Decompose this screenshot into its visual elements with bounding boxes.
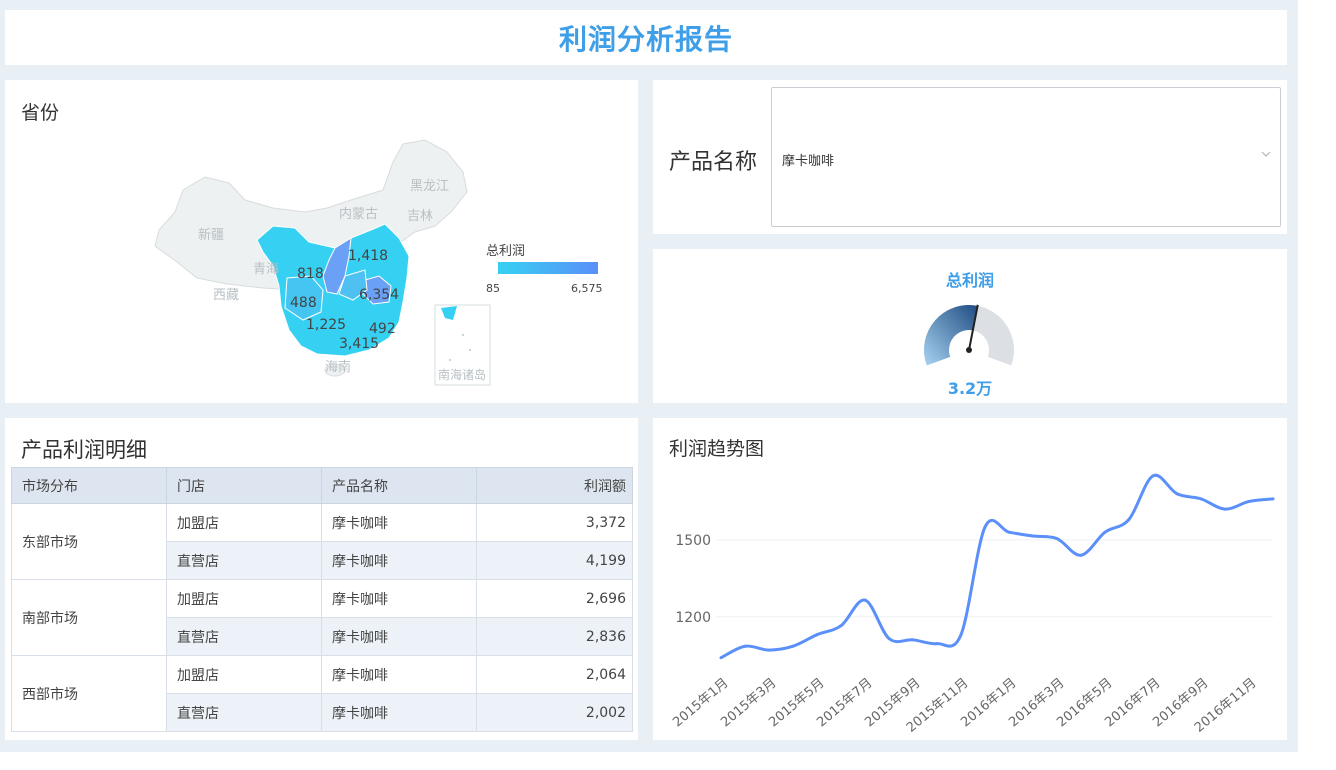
- data-point[interactable]: [1199, 497, 1203, 501]
- store-cell: 直营店: [166, 693, 322, 732]
- profit-series-line[interactable]: [720, 473, 1274, 660]
- data-point[interactable]: [719, 656, 723, 660]
- profit-trend-panel: 利润趋势图 1200 1500 2015年1月 2015年3月 2015年5月 2015年…: [653, 418, 1287, 740]
- store-cell: 加盟店: [166, 655, 322, 694]
- map-label-nanhai: 南海诸岛: [438, 367, 486, 382]
- data-point[interactable]: [815, 633, 819, 637]
- product-filter-panel: 产品名称 摩卡咖啡: [653, 80, 1287, 234]
- data-point[interactable]: [959, 633, 963, 637]
- select-value: 摩卡咖啡: [782, 154, 835, 169]
- product-cell: 摩卡咖啡: [321, 503, 477, 542]
- data-point[interactable]: [935, 642, 939, 646]
- province-map-panel: 省份 黑龙江 吉林 内蒙古 新疆 青海 西藏 海南 1,418 818 6,35…: [5, 80, 638, 403]
- profit-trend-chart[interactable]: 120015002015年1月2015年3月2015年5月2015年7月2015…: [653, 418, 1287, 740]
- inset-island: [448, 358, 452, 362]
- product-cell: 摩卡咖啡: [321, 655, 477, 694]
- map-label-xinjiang: 新疆: [198, 227, 224, 243]
- map-value-label: 1,418: [348, 248, 388, 264]
- profit-cell: 2,064: [476, 655, 633, 694]
- data-point[interactable]: [1007, 530, 1011, 534]
- map-value-label: 818: [297, 266, 324, 282]
- chevron-down-icon[interactable]: [1260, 148, 1272, 160]
- map-label-hainan: 海南: [325, 359, 351, 375]
- market-cell: 西部市场: [11, 655, 167, 732]
- filter-label: 产品名称: [669, 150, 758, 175]
- data-point[interactable]: [1127, 517, 1131, 521]
- map-label-xizang: 西藏: [213, 288, 239, 303]
- data-point[interactable]: [1103, 530, 1107, 534]
- column-header[interactable]: 产品名称: [321, 467, 477, 504]
- gauge-needle-pivot: [966, 347, 972, 353]
- profit-cell: 4,199: [476, 541, 633, 580]
- gauge-value: 3.2万: [947, 379, 993, 398]
- legend-gradient-bar[interactable]: [498, 262, 598, 274]
- map-value-label: 1,225: [306, 317, 346, 333]
- market-cell: 南部市场: [11, 579, 167, 656]
- legend-min: 85: [486, 282, 500, 295]
- y-tick-label: 1200: [675, 610, 711, 626]
- data-point[interactable]: [1223, 507, 1227, 511]
- map-value-label: 492: [369, 321, 396, 337]
- data-point[interactable]: [1175, 492, 1179, 496]
- data-point[interactable]: [1271, 497, 1275, 501]
- market-cell: 东部市场: [11, 503, 167, 580]
- data-point[interactable]: [1055, 537, 1059, 541]
- y-tick-label: 1500: [675, 533, 711, 549]
- store-cell: 加盟店: [166, 503, 322, 542]
- table-row: 南部市场 加盟店 摩卡咖啡 2,696: [11, 579, 633, 656]
- profit-detail-table: 市场分布 门店 产品名称 利润额 东部市场 加盟店 摩卡咖啡 3,372 直营店…: [11, 467, 633, 732]
- product-cell: 摩卡咖啡: [321, 579, 477, 618]
- profit-cell: 2,836: [476, 617, 633, 656]
- profit-detail-table-panel: 产品利润明细 市场分布 门店 产品名称 利润额 东部市场 加盟店 摩卡咖啡 3,…: [5, 418, 638, 740]
- data-point[interactable]: [1247, 499, 1251, 503]
- map-label-neimenggu: 内蒙古: [339, 206, 378, 222]
- data-point[interactable]: [863, 598, 867, 602]
- report-header: 利润分析报告: [5, 10, 1287, 65]
- map-value-label: 488: [290, 295, 317, 311]
- total-profit-gauge-panel: 总利润 3.2万: [653, 249, 1287, 403]
- column-header[interactable]: 门店: [166, 467, 322, 504]
- data-point[interactable]: [1031, 534, 1035, 538]
- column-header[interactable]: 市场分布: [11, 467, 167, 504]
- profit-cell: 2,002: [476, 693, 633, 732]
- map-value-label: 6,354: [359, 287, 399, 303]
- data-point[interactable]: [911, 638, 915, 642]
- legend-max: 6,575: [571, 282, 603, 295]
- data-point[interactable]: [791, 644, 795, 648]
- table-title: 产品利润明细: [21, 438, 147, 462]
- product-cell: 摩卡咖啡: [321, 541, 477, 580]
- store-cell: 直营店: [166, 617, 322, 656]
- china-map[interactable]: 黑龙江 吉林 内蒙古 新疆 青海 西藏 海南 1,418 818 6,354 4…: [5, 80, 638, 403]
- data-point[interactable]: [887, 637, 891, 641]
- profit-cell: 2,696: [476, 579, 633, 618]
- column-header[interactable]: 利润额: [476, 467, 633, 504]
- data-point[interactable]: [767, 648, 771, 652]
- profit-cell: 3,372: [476, 503, 633, 542]
- legend-title: 总利润: [486, 244, 525, 259]
- data-point[interactable]: [983, 525, 987, 529]
- map-value-label: 3,415: [339, 336, 379, 352]
- data-point[interactable]: [1079, 553, 1083, 557]
- map-label-jilin: 吉林: [407, 209, 433, 224]
- inset-island: [461, 333, 465, 337]
- map-label-qinghai: 青海: [253, 262, 279, 277]
- store-cell: 加盟店: [166, 579, 322, 618]
- product-cell: 摩卡咖啡: [321, 693, 477, 732]
- product-cell: 摩卡咖啡: [321, 617, 477, 656]
- report-title: 利润分析报告: [558, 22, 733, 56]
- inset-island: [468, 348, 472, 352]
- table-row: 西部市场 加盟店 摩卡咖啡 2,064: [11, 655, 633, 732]
- data-point[interactable]: [743, 644, 747, 648]
- map-label-heilongjiang: 黑龙江: [410, 179, 449, 194]
- gauge-fill: [924, 305, 978, 366]
- data-point[interactable]: [839, 624, 843, 628]
- store-cell: 直营店: [166, 541, 322, 580]
- table-row: 东部市场 加盟店 摩卡咖啡 3,372: [11, 503, 633, 580]
- product-select[interactable]: 摩卡咖啡: [771, 87, 1281, 227]
- data-point[interactable]: [1151, 474, 1155, 478]
- table-header-row: 市场分布 门店 产品名称 利润额: [11, 467, 633, 504]
